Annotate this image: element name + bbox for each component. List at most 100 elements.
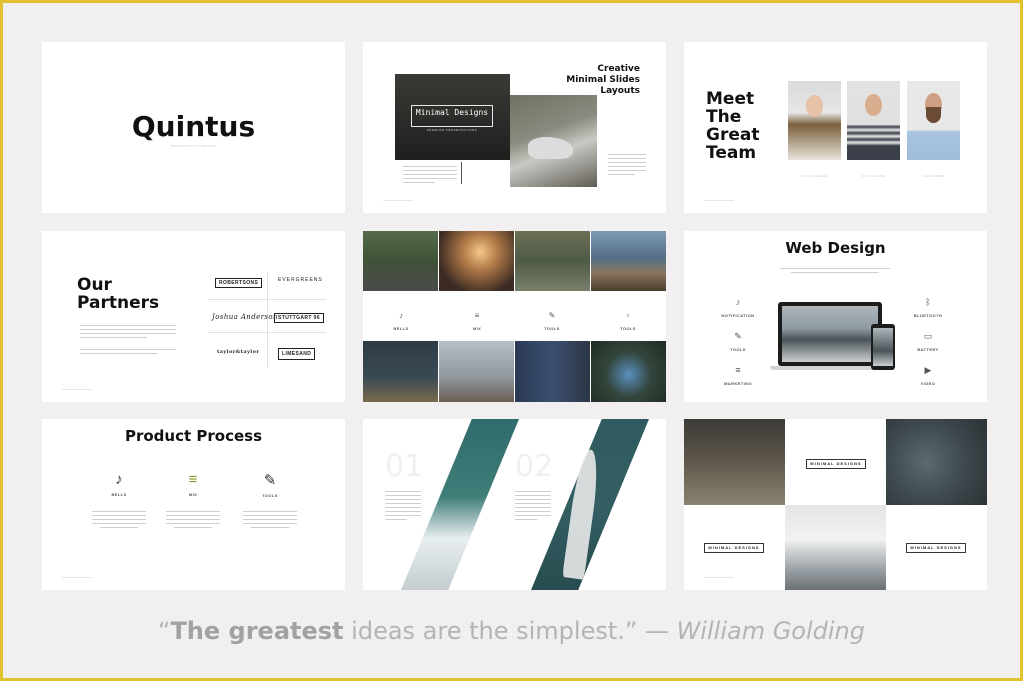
slide-numbered[interactable]: 01 02 (363, 419, 666, 590)
laptop-screen (778, 302, 882, 366)
feature-battery: ▭ BATTERY (910, 326, 946, 352)
step-label: MIX (188, 492, 198, 497)
feature-bells: ♪ BELLS (383, 305, 419, 331)
title-line-2: Partners (77, 293, 160, 313)
minimal-designs-label: MINIMAL DESIGNS (906, 543, 966, 553)
step-label: TOOLS (262, 493, 278, 498)
number-01: 01 (385, 449, 424, 484)
feature-bluetooth: ᛒ BLUETOOTH (910, 292, 946, 318)
body-text (780, 268, 890, 276)
feature-marketing: ≡ MARKETING (720, 360, 756, 386)
team-photo-3 (907, 81, 960, 160)
seagull-photo (439, 341, 514, 402)
feature-label: TOOLS (544, 326, 560, 331)
partner-logo-robertsons: ROBERTSONS (215, 278, 263, 288)
wrench-icon: ✎ (263, 472, 277, 489)
minimal-designs-label: MINIMAL DESIGNS (806, 459, 866, 469)
bell-icon: ♪ (399, 311, 403, 320)
partner-logo-taylor: taylor&taylor (217, 349, 260, 355)
forest-walk-photo (515, 231, 590, 291)
feature-label: MIX (472, 326, 482, 331)
partner-logo-stuttgart: STUTTGART 96 (274, 313, 325, 323)
team-photo-1 (788, 81, 841, 160)
minimal-designs-box: Minimal Designs (411, 105, 493, 127)
slide-partners[interactable]: Our Partners ROBERTSONS EVERGREENS Joshu… (42, 231, 345, 402)
slide-title: Quintus (131, 110, 256, 143)
slide-title: Creative Minimal Slides Layouts (566, 64, 640, 97)
title-line-2: Minimal Slides (566, 75, 640, 85)
slide-quintus[interactable]: Quintus PRESENTATION TEMPLATE (42, 42, 345, 213)
slide-product-process[interactable]: Product Process ♪ BELLS ≡ MIX ✎ TOOLS (42, 419, 345, 590)
process-step-bells: ♪ BELLS (94, 471, 144, 497)
square-icon: ▫ (626, 311, 630, 320)
step-label: BELLS (111, 492, 127, 497)
grid-divider-h (208, 299, 326, 300)
footer-rule (62, 577, 92, 578)
feature-label: NOTIFICATION (721, 313, 755, 318)
slide-photo-grid[interactable]: ♪ BELLS ≡ MIX ✎ TOOLS ▫ TOOLS (363, 231, 666, 402)
feature-label: VIDEO (920, 381, 936, 386)
body-text (80, 349, 176, 357)
slide-subtitle: PRESENTATION TEMPLATE (170, 144, 217, 148)
feature-label: BELLS (393, 326, 409, 331)
quote-text: ideas are the simplest.” — (343, 617, 677, 645)
sliders-icon: ≡ (474, 311, 480, 320)
footer-rule (704, 577, 734, 578)
feature-label: MARKETING (724, 381, 752, 386)
phone (871, 324, 895, 370)
accent-rule (461, 162, 462, 184)
slide-web-design[interactable]: Web Design ♪ NOTIFICATION ✎ TOOLS ≡ MARK… (684, 231, 987, 402)
step-text (243, 511, 297, 531)
member-name-1: SOFIA PEREIRA (801, 174, 828, 178)
body-text (385, 491, 421, 523)
slide-title: Product Process (124, 427, 262, 445)
title-line-1: Meet (706, 89, 755, 109)
body-text (403, 166, 457, 186)
bell-icon: ♪ (735, 297, 741, 307)
step-text (92, 511, 146, 531)
lake-photo (363, 341, 438, 402)
quote-emphasis: The greatest (170, 617, 344, 645)
climber-photo (684, 419, 785, 505)
title-line-1: Creative (597, 64, 640, 74)
pier-photo (591, 231, 666, 291)
wrench-icon: ✎ (548, 311, 556, 320)
slide-title: Meet The Great Team (706, 90, 759, 162)
process-step-tools: ✎ TOOLS (245, 471, 295, 498)
portrait-photo (591, 341, 666, 402)
crabs-photo (886, 419, 987, 505)
number-02: 02 (515, 449, 554, 484)
title-line-4: Team (706, 143, 757, 163)
member-name-3: IAN BARBER (922, 174, 945, 178)
feature-tools: ✎ TOOLS (534, 305, 570, 331)
feature-video: ▶ VIDEO (910, 360, 946, 386)
partner-logo-limesand: LIMESAND (278, 348, 316, 360)
feature-label: BLUETOOTH (913, 313, 943, 318)
partner-logo-anderson: Joshua Anderson (212, 313, 278, 321)
feature-label: TOOLS (620, 326, 636, 331)
slide-team[interactable]: Meet The Great Team SOFIA PEREIRA PAUL C… (684, 42, 987, 213)
slide-title: Our Partners (77, 276, 159, 312)
footer-rule (704, 200, 734, 201)
feature-tools: ✎ TOOLS (720, 326, 756, 352)
grid-divider-h (208, 332, 326, 333)
road-photo (363, 231, 438, 291)
team-photo-2 (847, 81, 900, 160)
process-step-mix: ≡ MIX (168, 471, 218, 497)
slide-creative-layouts[interactable]: Minimal Designs PREMIUM PRESENTATIONS Cr… (363, 42, 666, 213)
footer-rule (62, 389, 92, 390)
quote: “The greatest ideas are the simplest.” —… (3, 617, 1020, 645)
body-text (515, 491, 551, 523)
sliders-icon: ≡ (735, 365, 741, 375)
bluetooth-icon: ᛒ (925, 297, 931, 307)
minimal-designs-label: MINIMAL DESIGNS (704, 543, 764, 553)
feature-notification: ♪ NOTIFICATION (720, 292, 756, 318)
step-text (166, 511, 220, 531)
partner-logo-evergreens: EVERGREENS (278, 277, 323, 283)
bell-icon: ♪ (115, 471, 123, 488)
title-line-2: The (706, 107, 742, 127)
slide-minimal-grid[interactable]: MINIMAL DESIGNS MINIMAL DESIGNS MINIMAL … (684, 419, 987, 590)
quote-open-mark: “ (158, 617, 171, 645)
door-photo (515, 341, 590, 402)
quote-author: William Golding (676, 617, 865, 645)
